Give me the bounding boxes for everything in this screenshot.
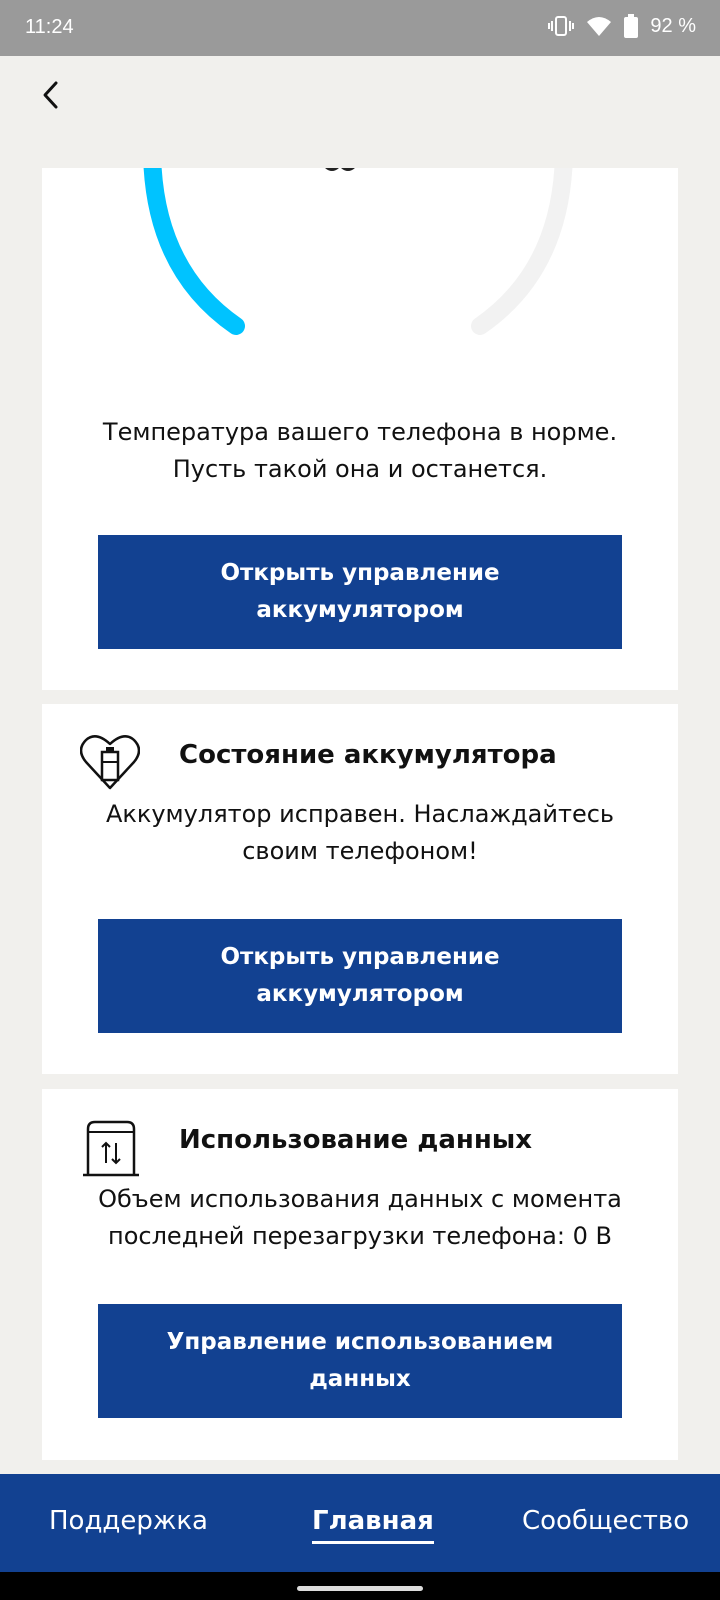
button-label-line2: аккумулятором — [256, 981, 464, 1007]
data-usage-message: Объем использования данных с момента пос… — [42, 1181, 678, 1255]
data-usage-card: Использование данных Объем использования… — [42, 1089, 678, 1460]
status-bar: 11:24 92 % — [0, 0, 720, 56]
nav-item-home[interactable]: Главная — [312, 1506, 434, 1544]
button-label-line1: Управление использованием — [166, 1329, 554, 1355]
button-label-line2: аккумулятором — [256, 597, 464, 623]
battery-message-line2: своим телефоном! — [242, 837, 478, 865]
wifi-icon — [586, 15, 612, 37]
data-message-line2: последней перезагрузки телефона: 0 B — [108, 1222, 612, 1250]
button-label-line1: Открыть управление — [220, 560, 500, 586]
data-usage-title: Использование данных — [179, 1125, 533, 1155]
temperature-message: Температура вашего телефона в норме. Пус… — [42, 414, 678, 488]
open-battery-management-button[interactable]: Открыть управление аккумулятором — [98, 535, 622, 649]
button-label-line1: Открыть управление — [220, 944, 500, 970]
status-icons: 92 % — [548, 14, 696, 38]
nav-item-home-label: Главная — [312, 1506, 434, 1536]
nav-item-support[interactable]: Поддержка — [49, 1506, 208, 1536]
status-time: 11:24 — [25, 16, 74, 38]
battery-status-title: Состояние аккумулятора — [179, 740, 557, 770]
temperature-message-line2: Пусть такой она и останется. — [172, 455, 548, 483]
active-tab-indicator — [312, 1541, 434, 1544]
button-label-line2: данных — [309, 1366, 411, 1392]
battery-status-message: Аккумулятор исправен. Наслаждайтесь свои… — [42, 796, 678, 870]
battery-percent: 92 % — [650, 14, 696, 37]
battery-icon — [624, 14, 639, 38]
back-button[interactable] — [30, 74, 72, 116]
data-transfer-icon — [83, 1120, 139, 1177]
temperature-card: Температура вашего телефона в норме. Пус… — [42, 168, 678, 690]
heart-battery-icon — [80, 735, 140, 790]
battery-status-card: Состояние аккумулятора Аккумулятор испра… — [42, 704, 678, 1074]
battery-message-line1: Аккумулятор исправен. Наслаждайтесь — [105, 800, 615, 828]
temperature-gauge — [143, 168, 573, 335]
temperature-message-line1: Температура вашего телефона в норме. — [102, 418, 618, 446]
home-gesture-handle[interactable] — [297, 1586, 423, 1591]
manage-data-usage-button[interactable]: Управление использованием данных — [98, 1304, 622, 1418]
nav-item-community[interactable]: Сообщество — [522, 1506, 689, 1536]
open-battery-management-button-2[interactable]: Открыть управление аккумулятором — [98, 919, 622, 1033]
data-message-line1: Объем использования данных с момента — [98, 1185, 622, 1213]
system-gesture-bar — [0, 1572, 720, 1600]
bottom-navigation: Поддержка Главная Сообщество — [0, 1474, 720, 1572]
vibrate-icon — [548, 15, 575, 37]
chevron-left-icon — [43, 81, 58, 109]
